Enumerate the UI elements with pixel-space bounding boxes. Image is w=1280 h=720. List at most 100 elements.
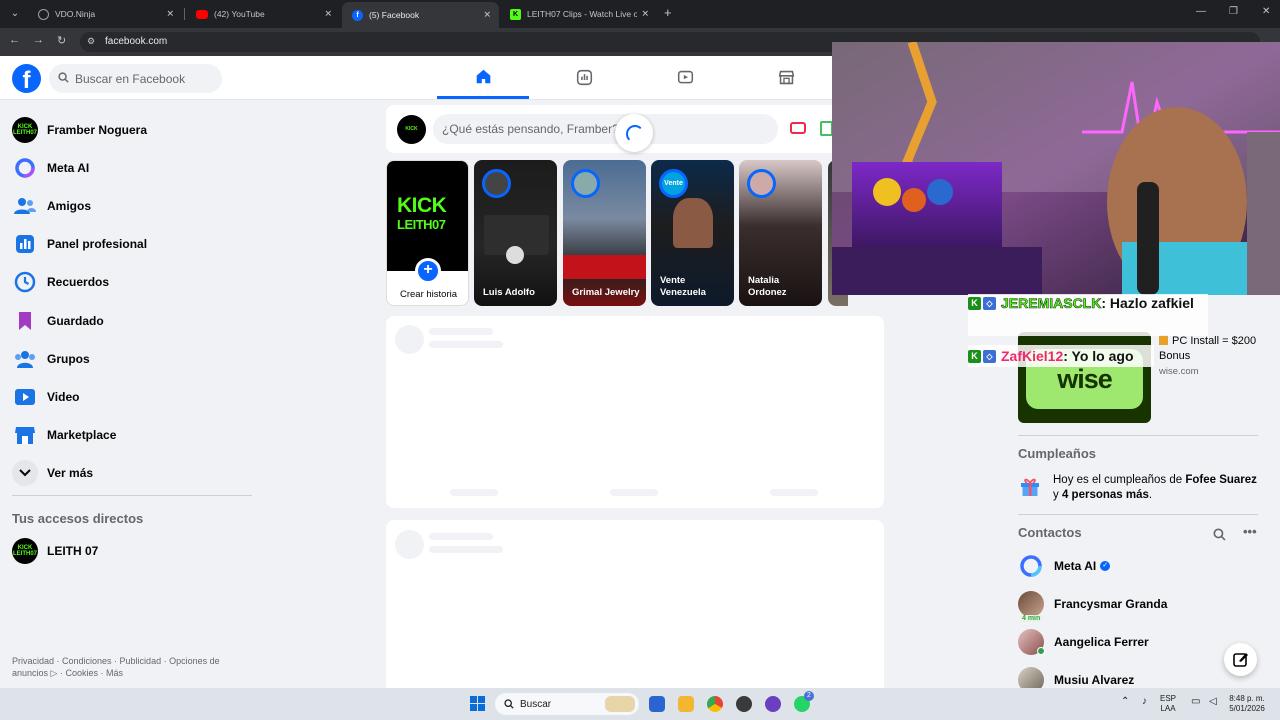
status-badge: 4 min	[1020, 615, 1043, 622]
close-icon[interactable]: ✕	[483, 10, 491, 21]
sidebar-item-marketplace[interactable]: Marketplace	[8, 417, 253, 453]
story-name: Vente Venezuela	[660, 275, 706, 298]
sidebar-item-label: Framber Noguera	[47, 123, 148, 137]
sidebar-item-ver-mas[interactable]: Ver más	[8, 455, 253, 491]
search-icon	[58, 71, 69, 86]
close-icon[interactable]: ✕	[166, 9, 174, 20]
notification-badge: 2	[804, 691, 814, 701]
avatar	[1018, 629, 1045, 655]
birthday-message[interactable]: Hoy es el cumpleaños de Fofee Suarez y 4…	[1053, 473, 1258, 503]
obs-icon[interactable]	[736, 696, 752, 712]
sidebar-item-label: Grupos	[47, 352, 90, 366]
ad-domain: wise.com	[1159, 366, 1199, 377]
nav-tab-dashboard[interactable]	[538, 56, 630, 99]
story-card[interactable]: Grimal Jewelry	[563, 160, 646, 306]
nav-tab-marketplace[interactable]	[740, 56, 832, 99]
sidebar-item-panel-profesional[interactable]: Panel profesional	[8, 226, 253, 262]
microphone-icon[interactable]: ♪	[1142, 697, 1147, 707]
sidebar-item-meta-ai[interactable]: Meta AI	[8, 150, 253, 186]
story-name: Natalia Ordonez	[748, 275, 787, 298]
nav-tab-video[interactable]	[639, 56, 731, 99]
chevron-up-icon[interactable]: ⌃	[1121, 697, 1129, 707]
taskbar-search[interactable]: Buscar	[495, 693, 639, 715]
tab-vdo-ninja[interactable]: VDO.Ninja ✕	[28, 2, 182, 26]
sidebar-item-guardado[interactable]: Guardado	[8, 303, 253, 339]
search-input[interactable]	[75, 71, 215, 86]
story-create[interactable]: KICK LEITH07 + Crear historia	[386, 160, 469, 306]
close-icon[interactable]: ✕	[641, 9, 649, 20]
task-view-icon[interactable]	[649, 696, 665, 712]
search-contacts-icon[interactable]	[1213, 528, 1226, 546]
minimize-icon[interactable]: —	[1196, 6, 1206, 17]
streaming-app-icon[interactable]	[765, 696, 781, 712]
sidebar-item-amigos[interactable]: Amigos	[8, 188, 253, 224]
story-card[interactable]: Natalia Ordonez	[739, 160, 822, 306]
avatar	[571, 169, 600, 198]
tab-youtube[interactable]: (42) YouTube ✕	[186, 2, 340, 26]
site-info-icon[interactable]: ⚙	[87, 36, 95, 47]
sidebar-divider	[12, 495, 252, 496]
close-icon[interactable]: ✕	[324, 9, 332, 20]
skeleton-line	[610, 489, 658, 496]
tab-kick[interactable]: K LEITH07 Clips - Watch Live on K ✕	[500, 2, 657, 26]
contact-item[interactable]: Aangelica Ferrer	[1018, 626, 1258, 658]
language-indicator[interactable]: ESP LAA	[1160, 694, 1176, 714]
sidebar-item-profile[interactable]: KICK LEITH07 Framber Noguera	[8, 112, 253, 148]
reload-icon[interactable]: ↻	[57, 34, 66, 47]
left-sidebar: KICK LEITH07 Framber Noguera Meta AI Amig…	[0, 100, 260, 688]
new-message-button[interactable]	[1224, 643, 1257, 676]
whatsapp-icon[interactable]: 2	[794, 691, 814, 712]
clock[interactable]: 8:48 p. m. 5/01/2026	[1225, 694, 1269, 714]
nav-tab-home[interactable]	[437, 56, 529, 99]
memories-icon	[12, 269, 38, 295]
facebook-search[interactable]	[49, 64, 222, 93]
network-icon[interactable]: ▭	[1191, 697, 1200, 707]
facebook-logo-icon[interactable]: f	[12, 64, 41, 93]
skeleton-line	[429, 328, 493, 335]
windows-start-icon[interactable]	[470, 696, 485, 711]
sidebar-item-recuerdos[interactable]: Recuerdos	[8, 264, 253, 300]
story-card[interactable]: Vente Vente Venezuela	[651, 160, 734, 306]
footer-links[interactable]: Privacidad · Condiciones · Publicidad · …	[12, 655, 242, 679]
kick-badge-icon: K	[968, 296, 981, 310]
composer-input[interactable]: ¿Qué estás pensando, Framber?	[433, 114, 778, 144]
more-options-icon[interactable]: •••	[1243, 524, 1257, 539]
file-explorer-icon[interactable]	[678, 696, 694, 712]
sidebar-item-label: Marketplace	[47, 428, 117, 442]
chat-message: K ◇ ZafKiel12 : Yo lo ago	[968, 348, 1134, 364]
skeleton-avatar	[395, 530, 424, 559]
sidebar-item-label: Recuerdos	[47, 275, 110, 289]
sidebar-item-label: Meta AI	[47, 161, 90, 175]
contact-item[interactable]: Meta AI ✓	[1018, 550, 1258, 582]
story-thumbnail	[563, 255, 646, 279]
new-tab-button[interactable]: +	[664, 5, 672, 20]
back-icon[interactable]: ←	[9, 34, 20, 46]
volume-icon[interactable]: ◁	[1209, 697, 1217, 707]
sidebar-item-grupos[interactable]: Grupos	[8, 341, 253, 377]
avatar: 4 min	[1018, 591, 1044, 622]
avatar: KICK	[397, 115, 426, 144]
skeleton-line	[429, 533, 493, 540]
tab-facebook[interactable]: f (5) Facebook ✕	[342, 2, 499, 28]
add-story-icon[interactable]: +	[415, 258, 441, 284]
window-close-icon[interactable]: ✕	[1262, 6, 1270, 17]
contact-name: Musiu Alvarez	[1054, 673, 1135, 687]
tab-search-menu-icon[interactable]: ⌄	[6, 5, 24, 23]
live-video-icon[interactable]	[790, 122, 806, 134]
tab-title: VDO.Ninja	[55, 9, 96, 19]
story-card[interactable]: Luis Adolfo	[474, 160, 557, 306]
sidebar-item-video[interactable]: Video	[8, 379, 253, 415]
contact-item[interactable]: 4 min Francysmar Granda	[1018, 588, 1258, 622]
skeleton-line	[429, 341, 503, 348]
ad-headline[interactable]: PC Install = $200 Bonus	[1159, 334, 1271, 364]
kick-favicon: K	[510, 8, 521, 20]
kick-logo: KICK LEITH07	[397, 194, 447, 232]
post-composer: KICK ¿Qué estás pensando, Framber?	[386, 105, 846, 153]
restore-icon[interactable]: ❐	[1229, 6, 1238, 17]
shortcut-item-leith07[interactable]: KICK LEITH07 LEITH 07	[8, 533, 253, 569]
story-background: KICK LEITH07	[387, 161, 468, 271]
avatar	[482, 169, 511, 198]
chrome-icon[interactable]	[707, 696, 723, 712]
forward-icon[interactable]: →	[33, 34, 44, 46]
kick-badge-icon: K	[968, 349, 981, 363]
